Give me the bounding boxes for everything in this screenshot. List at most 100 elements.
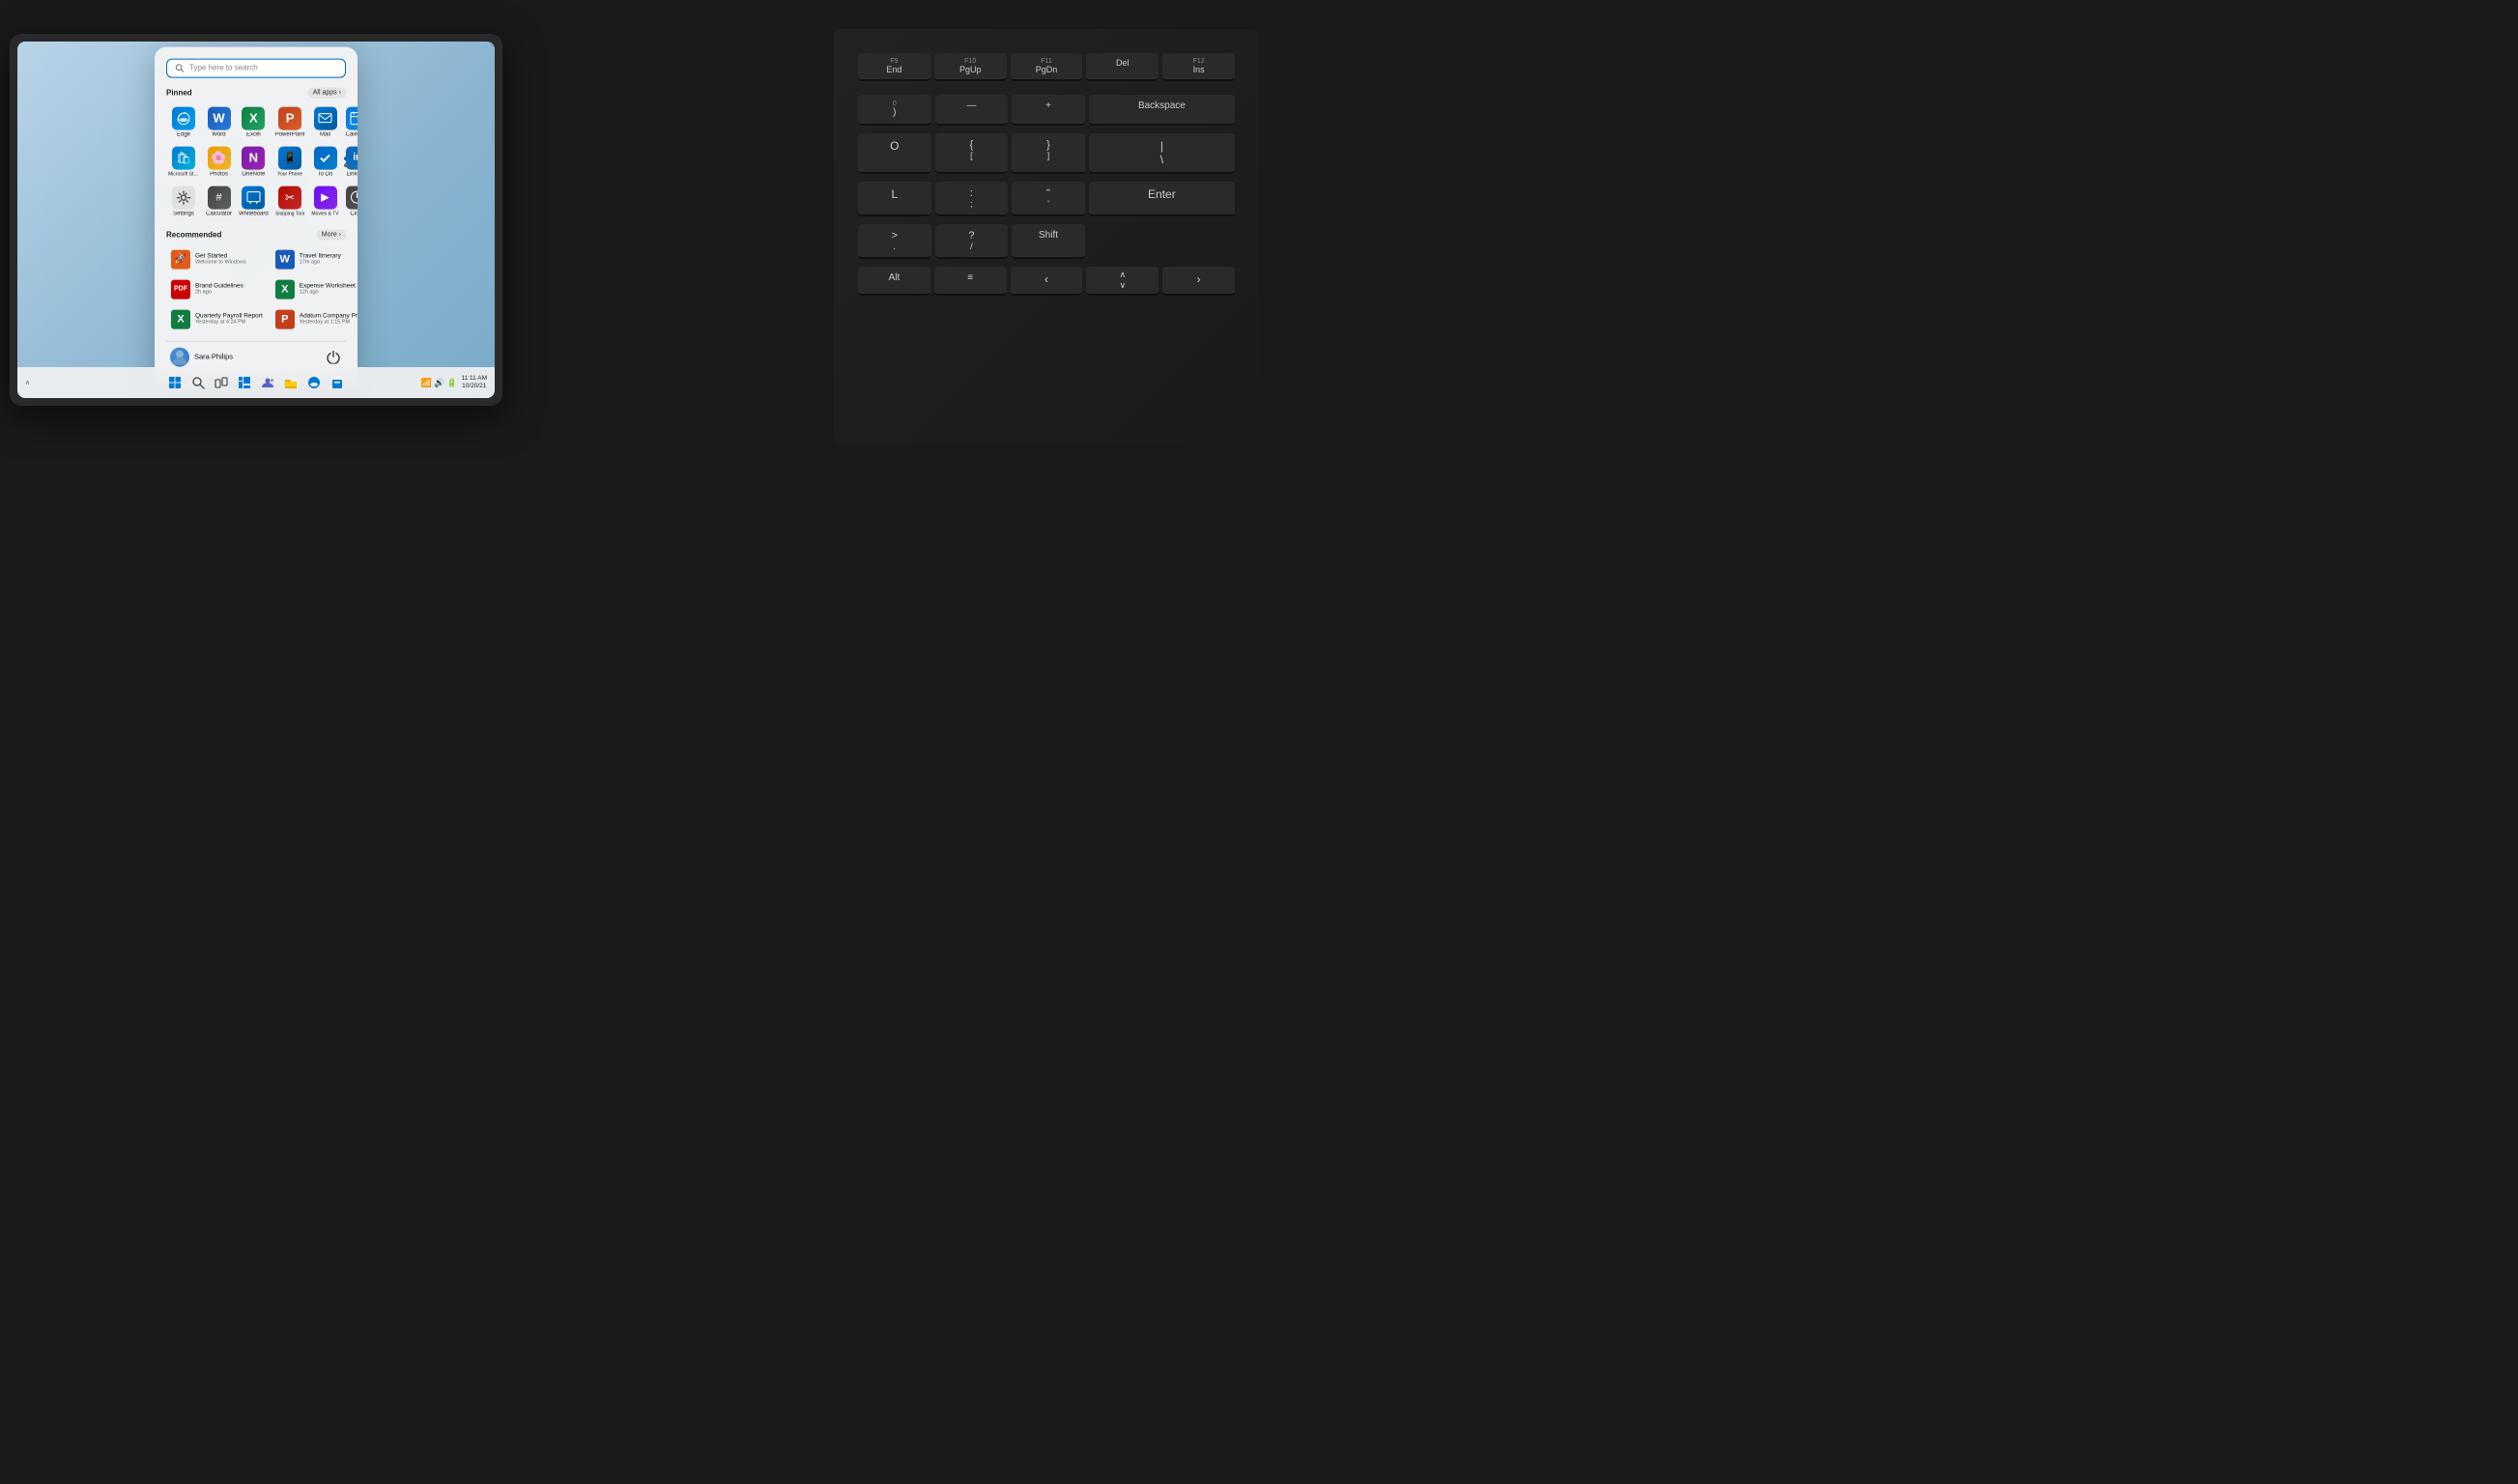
screen-device: Type here to search Pinned All apps › <box>10 34 502 406</box>
app-whiteboard[interactable]: Whiteboard <box>237 183 271 219</box>
rec-brand[interactable]: PDF Brand Guidelines 2h ago <box>166 275 268 302</box>
more-button[interactable]: More › <box>317 229 346 240</box>
key-backslash[interactable]: |\ <box>1089 133 1235 174</box>
taskbar-search[interactable] <box>188 373 208 392</box>
payroll-title: Quarterly Payroll Report <box>195 313 263 320</box>
travel-icon: W <box>275 249 295 269</box>
user-bar: Sara Philips <box>166 340 346 368</box>
key-backspace[interactable]: Backspace <box>1089 95 1235 126</box>
settings-label: Settings <box>173 211 194 216</box>
app-movies[interactable]: ▶ Movies & TV <box>309 183 340 219</box>
movies-icon: ▶ <box>314 186 337 209</box>
taskbar-edge[interactable] <box>304 373 324 392</box>
task-view[interactable] <box>212 373 231 392</box>
key-shift[interactable]: Shift <box>1012 224 1085 259</box>
app-excel[interactable]: X Excel <box>237 103 271 140</box>
dot-2 <box>344 163 348 167</box>
key-end[interactable]: F9 End <box>858 53 930 81</box>
adatum-text: Adatum Company Profile Yesterday at 1:15… <box>300 313 358 326</box>
calc-label: Calculator <box>206 211 232 216</box>
app-calendar[interactable]: Calendar <box>344 103 358 140</box>
key-plus[interactable]: + <box>1012 95 1085 126</box>
ppt-label: PowerPoint <box>275 131 305 137</box>
key-alt[interactable]: Alt <box>858 267 930 296</box>
key-close-paren[interactable]: 0 ) <box>858 95 931 126</box>
rec-expense[interactable]: X Expense Worksheet 12h ago <box>271 275 358 302</box>
screen-inner: Type here to search Pinned All apps › <box>17 42 495 398</box>
app-settings[interactable]: Settings <box>166 183 201 219</box>
key-minus[interactable]: — <box>935 95 1009 126</box>
app-todo[interactable]: To Do <box>309 143 340 180</box>
app-onenote[interactable]: N OneNote <box>237 143 271 180</box>
user-info[interactable]: Sara Philips <box>170 347 233 366</box>
tray-icons: 📶 🔊 🔋 <box>421 378 458 388</box>
pagination-dots <box>344 157 348 167</box>
key-gt[interactable]: > . <box>858 224 931 259</box>
key-l[interactable]: L <box>858 182 931 216</box>
app-store[interactable]: 🛍 Microsoft Store <box>166 143 201 180</box>
search-bar[interactable]: Type here to search <box>166 58 346 77</box>
payroll-time: Yesterday at 4:24 PM <box>195 320 263 326</box>
key-close-brace[interactable]: } ] <box>1012 133 1085 174</box>
key-question[interactable]: ? / <box>935 224 1009 259</box>
file-explorer[interactable] <box>281 373 300 392</box>
start-button[interactable] <box>165 373 185 392</box>
edge-icon <box>172 106 195 129</box>
app-powerpoint[interactable]: P PowerPoint <box>273 103 307 140</box>
keyboard-row6: Alt ≡ ‹ ∧ ∨ › <box>848 263 1245 300</box>
key-pgup[interactable]: F10 PgUp <box>934 53 1007 81</box>
taskbar-time[interactable]: 11:11 AM 10/20/21 <box>462 375 488 391</box>
pinned-area: Edge W Word X <box>166 103 346 219</box>
clock-label: Clock <box>350 211 358 216</box>
key-quote[interactable]: " ' <box>1012 182 1085 216</box>
screen-bezel: Type here to search Pinned All apps › <box>17 42 495 398</box>
todo-label: To Do <box>318 171 333 177</box>
app-mail[interactable]: Mail <box>309 103 340 140</box>
rec-payroll[interactable]: X Quarterly Payroll Report Yesterday at … <box>166 305 268 332</box>
key-pgdn[interactable]: F11 PgDn <box>1011 53 1083 81</box>
all-apps-button[interactable]: All apps › <box>308 87 346 98</box>
key-del[interactable]: Del <box>1086 53 1159 81</box>
key-updown[interactable]: ∧ ∨ <box>1086 267 1159 296</box>
movies-label: Movies & TV <box>311 211 338 216</box>
search-placeholder: Type here to search <box>189 64 337 72</box>
app-phone[interactable]: 📱 Your Phone <box>273 143 307 180</box>
search-icon <box>175 63 185 72</box>
get-started-icon: 🚀 <box>171 249 190 269</box>
get-started-subtitle: Welcome to Windows <box>195 260 263 266</box>
key-enter[interactable]: Enter <box>1089 182 1235 216</box>
app-snipping[interactable]: ✂ Snipping Tool <box>273 183 307 219</box>
key-ins[interactable]: F12 Ins <box>1162 53 1235 81</box>
notification-area: ∧ <box>25 379 30 386</box>
keyboard-device: F9 End F10 PgUp F11 PgDn Del F12 Ins 0 )… <box>834 29 1259 444</box>
todo-icon <box>314 146 337 169</box>
key-menu[interactable]: ≡ <box>934 267 1007 296</box>
app-word[interactable]: W Word <box>204 103 234 140</box>
widgets[interactable] <box>235 373 254 392</box>
key-left[interactable]: ‹ <box>1011 267 1083 296</box>
power-button[interactable] <box>325 348 342 365</box>
teams[interactable] <box>258 373 277 392</box>
taskbar-clock: 11:11 AM <box>462 375 488 383</box>
key-o[interactable]: O <box>858 133 931 174</box>
app-clock[interactable]: Clock <box>344 183 358 219</box>
key-right[interactable]: › <box>1162 267 1235 296</box>
taskbar-store[interactable] <box>328 373 347 392</box>
app-edge[interactable]: Edge <box>166 103 201 140</box>
rec-travel[interactable]: W Travel Itinerary 17m ago <box>271 245 358 272</box>
keyboard-row4: L : ; " ' Enter <box>848 178 1245 220</box>
adatum-icon: P <box>275 309 295 328</box>
taskbar-center <box>165 373 347 392</box>
word-label: Word <box>212 131 225 137</box>
app-calculator[interactable]: # Calculator <box>204 183 234 219</box>
rec-get-started[interactable]: 🚀 Get Started Welcome to Windows <box>166 245 268 272</box>
pinned-title: Pinned <box>166 88 192 97</box>
key-open-brace[interactable]: { [ <box>935 133 1009 174</box>
travel-text: Travel Itinerary 17m ago <box>300 253 358 266</box>
app-photos[interactable]: 🌸 Photos <box>204 143 234 180</box>
word-icon: W <box>208 106 231 129</box>
key-semicolon[interactable]: : ; <box>935 182 1009 216</box>
user-avatar <box>170 347 189 366</box>
expense-text: Expense Worksheet 12h ago <box>300 283 358 296</box>
rec-adatum[interactable]: P Adatum Company Profile Yesterday at 1:… <box>271 305 358 332</box>
